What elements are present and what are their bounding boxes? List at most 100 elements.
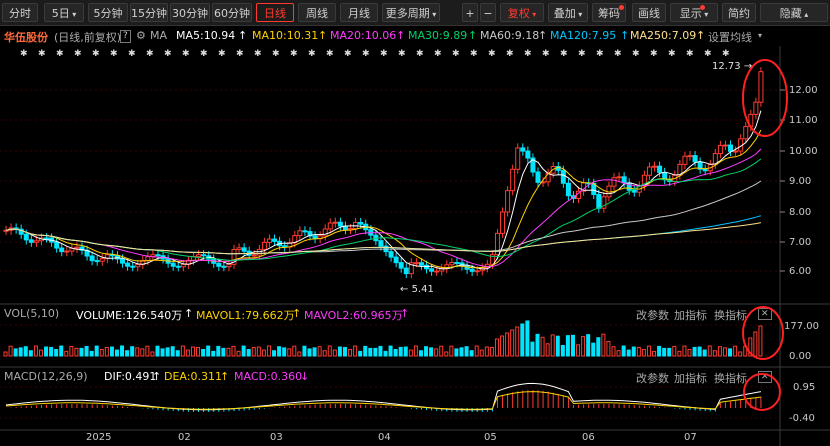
candle-body xyxy=(418,262,424,266)
candle-body xyxy=(221,265,227,268)
volume-bar xyxy=(581,336,586,357)
volume-bar xyxy=(657,345,662,357)
candle-body xyxy=(241,247,247,252)
volume-bar xyxy=(596,337,601,357)
volume-bar xyxy=(18,347,23,357)
volume-bar xyxy=(196,346,201,357)
event-marker-icon: ✱ xyxy=(236,49,244,59)
candle-body xyxy=(44,237,50,240)
volume-bar xyxy=(8,345,13,357)
candle-body xyxy=(682,155,688,165)
volume-bar xyxy=(652,350,657,357)
candle-body xyxy=(505,190,511,213)
event-marker-icon: ✱ xyxy=(380,49,388,59)
volume-bar xyxy=(251,346,256,357)
volume-bar xyxy=(520,323,525,357)
volume-bar xyxy=(23,346,28,357)
volume-bar xyxy=(383,350,388,357)
candle-body xyxy=(28,239,34,243)
volume-bar xyxy=(89,350,94,357)
volume-bar xyxy=(429,347,434,357)
volume-bar xyxy=(378,345,383,357)
event-marker-icon: ✱ xyxy=(56,49,64,59)
candle-body xyxy=(180,263,186,268)
volume-bar xyxy=(616,350,621,357)
candle-body xyxy=(266,238,272,243)
volume-bar xyxy=(540,336,545,357)
candle-body xyxy=(297,230,303,237)
volume-bar xyxy=(363,345,368,357)
event-marker-icon: ✱ xyxy=(362,49,370,59)
candle-body xyxy=(657,165,663,173)
volume-bar xyxy=(454,348,459,357)
volume-bar xyxy=(687,349,692,357)
candle-body xyxy=(145,256,151,261)
volume-bar xyxy=(758,325,763,357)
candle-body xyxy=(469,268,475,272)
candle-body xyxy=(743,126,749,140)
candle-body xyxy=(753,101,759,115)
candle-body xyxy=(717,144,723,155)
volume-bar xyxy=(130,346,135,357)
volume-bar xyxy=(479,349,484,357)
volume-bar xyxy=(201,348,206,357)
volume-bar xyxy=(140,348,145,357)
volume-bar xyxy=(388,345,393,357)
volume-bar xyxy=(332,349,337,357)
candle-body xyxy=(611,177,617,187)
volume-bar xyxy=(302,345,307,357)
volume-bar xyxy=(373,347,378,357)
volume-bar xyxy=(662,347,667,357)
volume-bar xyxy=(444,351,449,357)
volume-bar xyxy=(692,346,697,357)
candle-body xyxy=(59,247,65,253)
candle-body xyxy=(120,258,126,264)
volume-bar xyxy=(226,347,231,357)
volume-bar xyxy=(672,345,677,357)
volume-bar xyxy=(231,345,236,357)
volume-bar xyxy=(631,346,636,357)
volume-bar xyxy=(3,351,8,357)
volume-bar xyxy=(500,335,505,357)
volume-bar xyxy=(49,346,54,357)
candle-body xyxy=(413,262,419,265)
volume-bar xyxy=(44,346,49,357)
volume-bar xyxy=(59,345,64,357)
volume-bar xyxy=(484,346,489,357)
volume-bar xyxy=(474,345,479,357)
event-marker-icon: ✱ xyxy=(272,49,280,59)
volume-bar xyxy=(469,350,474,357)
volume-bar xyxy=(241,345,246,357)
event-marker-icon: ✱ xyxy=(38,49,46,59)
volume-bar xyxy=(494,338,499,357)
candle-body xyxy=(74,246,80,249)
volume-bar xyxy=(459,347,464,357)
candle-body xyxy=(500,211,506,234)
event-marker-icon: ✱ xyxy=(164,49,172,59)
volume-bar xyxy=(287,348,292,357)
candle-body xyxy=(631,189,637,193)
volume-bar xyxy=(753,331,758,357)
volume-bar xyxy=(348,348,353,357)
candle-body xyxy=(89,255,95,262)
event-marker-icon: ✱ xyxy=(650,49,658,59)
kline-chart[interactable]: ✱ ✱ ✱ ✱ ✱ ✱ ✱ ✱ ✱ ✱ ✱ ✱ ✱ ✱ ✱ ✱ ✱ ✱ ✱ ✱ ✱ ✱ ✱ ✱ ✱ ✱ ✱ ✱ ✱ ✱ ✱ ✱ ✱ ✱ ✱ ✱ ✱ ✱ ✱ ✱ xyxy=(0,0,830,446)
volume-bar xyxy=(398,346,403,357)
volume-bar xyxy=(667,347,672,357)
candle-body xyxy=(616,176,622,179)
volume-bar xyxy=(175,350,180,357)
volume-bar xyxy=(712,350,717,357)
volume-bar xyxy=(530,341,535,357)
volume-bar xyxy=(221,347,226,357)
event-marker-icon: ✱ xyxy=(218,49,226,59)
volume-bar xyxy=(697,346,702,357)
volume-bar xyxy=(565,335,570,357)
candle-body xyxy=(99,258,105,262)
candle-body xyxy=(196,254,202,258)
volume-bar xyxy=(145,345,150,357)
dif-line xyxy=(5,382,761,411)
candle-body xyxy=(733,150,739,153)
event-marker-icon: ✱ xyxy=(398,49,406,59)
event-marker-icon: ✱ xyxy=(92,49,100,59)
event-marker-icon: ✱ xyxy=(110,49,118,59)
